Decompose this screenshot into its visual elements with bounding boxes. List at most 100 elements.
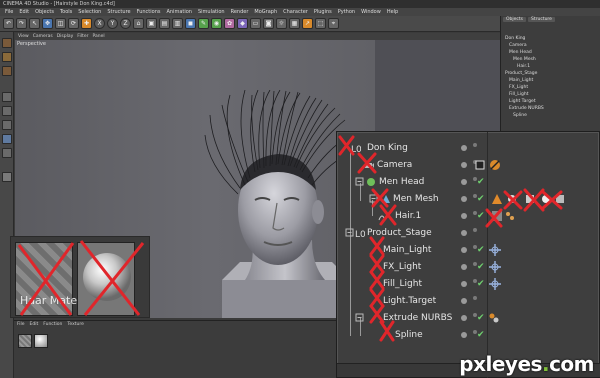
viewport-menu-panel[interactable]: Panel — [92, 33, 104, 40]
coordinate-system-icon[interactable]: ⌂ — [133, 18, 144, 29]
deformer-icon[interactable]: ◆ — [237, 18, 248, 29]
expand-toggle-icon[interactable] — [369, 194, 379, 204]
mat-menu-function[interactable]: Function — [43, 322, 62, 327]
editor-visibility-dot[interactable] — [461, 332, 467, 338]
editor-visibility-dot[interactable] — [461, 281, 467, 287]
rotate-icon[interactable]: ⟳ — [68, 18, 79, 29]
menu-mograph[interactable]: MoGraph — [251, 8, 280, 16]
object-row-don-king[interactable]: L0 Don King — [337, 140, 600, 157]
editor-visibility-dot[interactable] — [461, 145, 467, 151]
camera-icon[interactable]: ◙ — [263, 18, 274, 29]
expand-toggle-icon[interactable] — [355, 313, 365, 323]
editor-visibility-dot[interactable] — [461, 315, 467, 321]
material-thumb-sphere[interactable] — [34, 334, 48, 348]
spline-pen-icon[interactable]: ✎ — [198, 18, 209, 29]
render-settings-icon[interactable]: ▥ — [172, 18, 183, 29]
object-row-camera[interactable]: Camera — [337, 157, 600, 174]
menu-structure[interactable]: Structure — [104, 8, 133, 16]
material-swatch-hair[interactable]: Haar Material — [15, 242, 94, 316]
menu-tools[interactable]: Tools — [57, 8, 75, 16]
nurbs-icon[interactable]: ◉ — [211, 18, 222, 29]
editor-visibility-dot[interactable] — [461, 162, 467, 168]
tweak-mode-icon[interactable] — [2, 148, 12, 158]
object-row-extrude-nurbs[interactable]: Extrude NURBS ✔ — [337, 310, 600, 327]
small-row[interactable]: Spline — [513, 113, 527, 118]
tool-extra-icon[interactable]: ↗ — [302, 18, 313, 29]
material-swatch-sphere[interactable] — [77, 242, 135, 316]
scale-icon[interactable]: ◫ — [55, 18, 66, 29]
live-select-icon[interactable]: ↖ — [29, 18, 40, 29]
z-axis-icon[interactable]: Z — [120, 18, 131, 29]
viewport-menu-cameras[interactable]: Cameras — [33, 33, 53, 40]
menu-character[interactable]: Character — [280, 8, 311, 16]
enabled-check-icon[interactable]: ✔ — [477, 310, 485, 327]
object-row-men-mesh[interactable]: Men Mesh ✔ — [337, 191, 600, 208]
make-editable-icon[interactable] — [2, 38, 12, 48]
menu-render[interactable]: Render — [228, 8, 252, 16]
object-row-product-stage[interactable]: L0 Product_Stage — [337, 225, 600, 242]
editor-visibility-dot[interactable] — [461, 179, 467, 185]
material-thumb-hair[interactable] — [18, 334, 32, 348]
render-picture-viewer-icon[interactable]: ▤ — [159, 18, 170, 29]
menu-functions[interactable]: Functions — [134, 8, 164, 16]
viewport-menu-filter[interactable]: Filter — [77, 33, 88, 40]
texture-mode-icon[interactable] — [2, 66, 12, 76]
menu-objects[interactable]: Objects — [32, 8, 57, 16]
menu-selection[interactable]: Selection — [75, 8, 104, 16]
tab-objects[interactable]: Objects — [503, 17, 527, 22]
editor-visibility-dot[interactable] — [461, 196, 467, 202]
small-row[interactable]: Hair.1 — [517, 64, 530, 69]
floor-icon[interactable]: ▭ — [250, 18, 261, 29]
enabled-check-icon[interactable]: ✔ — [477, 208, 485, 225]
object-row-main-light[interactable]: Main_Light ✔ — [337, 242, 600, 259]
small-row[interactable]: FX_Light — [509, 85, 528, 90]
polygons-mode-icon[interactable] — [2, 120, 12, 130]
mat-menu-file[interactable]: File — [17, 322, 25, 327]
x-axis-icon[interactable]: X — [94, 18, 105, 29]
render-visibility-dot[interactable] — [473, 143, 477, 147]
snap-toggle-icon[interactable] — [2, 172, 12, 182]
recent-tool-icon[interactable]: ✚ — [81, 18, 92, 29]
axis-mode-icon[interactable] — [2, 134, 12, 144]
enabled-check-icon[interactable]: ✔ — [477, 327, 485, 344]
tab-structure[interactable]: Structure — [528, 17, 555, 22]
small-row[interactable]: Camera — [509, 43, 527, 48]
menu-file[interactable]: File — [2, 8, 16, 16]
array-icon[interactable]: ✿ — [224, 18, 235, 29]
object-row-spline[interactable]: Spline ✔ — [337, 327, 600, 344]
menu-edit[interactable]: Edit — [16, 8, 32, 16]
small-row[interactable]: Extrude NURBS — [509, 106, 544, 111]
enabled-check-icon[interactable]: ✔ — [477, 191, 485, 208]
render-visibility-dot[interactable] — [473, 228, 477, 232]
menu-animation[interactable]: Animation — [163, 8, 195, 16]
mat-menu-edit[interactable]: Edit — [30, 322, 39, 327]
object-row-fx-light[interactable]: FX_Light ✔ — [337, 259, 600, 276]
light-icon[interactable]: ☼ — [276, 18, 287, 29]
viewport-menu-display[interactable]: Display — [57, 33, 74, 40]
object-row-men-head[interactable]: Men Head ✔ — [337, 174, 600, 191]
render-view-icon[interactable]: ▣ — [146, 18, 157, 29]
menu-window[interactable]: Window — [358, 8, 384, 16]
snap-icon[interactable]: ⌖ — [328, 18, 339, 29]
small-row[interactable]: Product_Stage — [505, 71, 537, 76]
editor-visibility-dot[interactable] — [461, 213, 467, 219]
y-axis-icon[interactable]: Y — [107, 18, 118, 29]
editor-visibility-dot[interactable] — [461, 264, 467, 270]
editor-visibility-dot[interactable] — [461, 298, 467, 304]
object-row-light-target[interactable]: Light.Target — [337, 293, 600, 310]
menu-plugins[interactable]: Plugins — [311, 8, 335, 16]
small-row[interactable]: Men Mesh — [513, 57, 536, 62]
menu-simulation[interactable]: Simulation — [195, 8, 228, 16]
enabled-check-icon[interactable]: ✔ — [477, 259, 485, 276]
small-row[interactable]: Don King — [505, 36, 525, 41]
cube-icon[interactable]: ◼ — [185, 18, 196, 29]
menu-help[interactable]: Help — [384, 8, 401, 16]
small-row[interactable]: Fill_Light — [509, 92, 529, 97]
small-row[interactable]: Main_Light — [509, 78, 533, 83]
undo-icon[interactable]: ↶ — [3, 18, 14, 29]
workplane-icon[interactable]: ⬚ — [315, 18, 326, 29]
mat-menu-texture[interactable]: Texture — [67, 322, 83, 327]
redo-icon[interactable]: ↷ — [16, 18, 27, 29]
small-row[interactable]: Light Target — [509, 99, 536, 104]
enabled-check-icon[interactable]: ✔ — [477, 174, 485, 191]
